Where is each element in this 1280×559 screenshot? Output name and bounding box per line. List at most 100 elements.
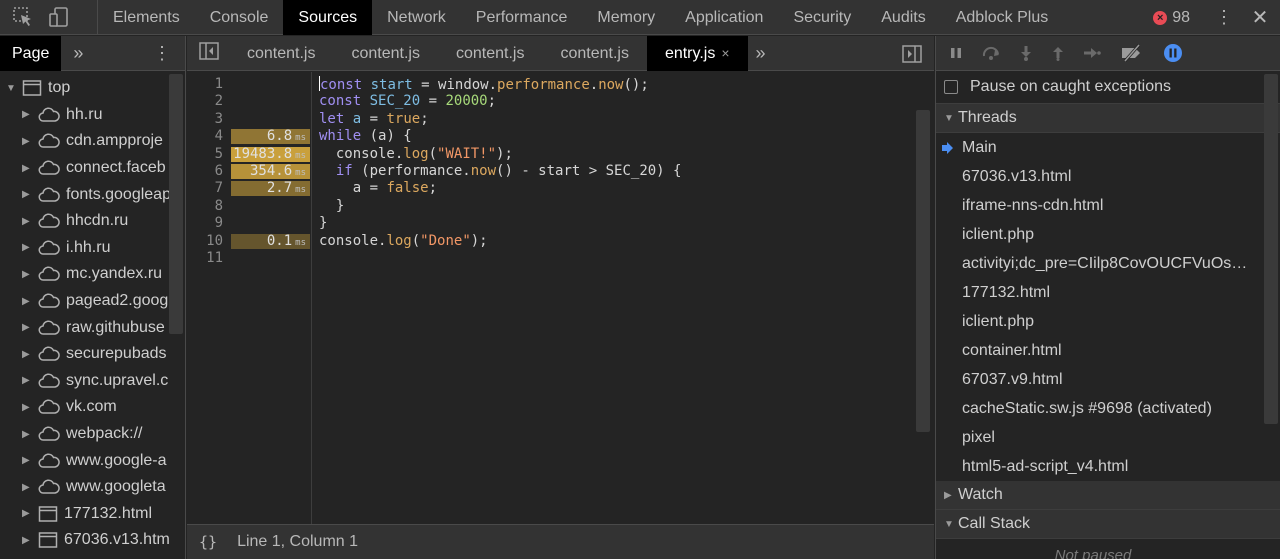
tab-adblock-plus[interactable]: Adblock Plus [941, 0, 1064, 35]
tab-elements[interactable]: Elements [98, 0, 195, 35]
code-line[interactable]: if (performance.now() - start > SEC_20) … [319, 163, 682, 179]
code-line[interactable]: let a = true; [319, 111, 429, 127]
toggle-debugger-icon[interactable] [902, 45, 922, 68]
close-icon[interactable]: ✕ [1240, 5, 1280, 30]
tree-item[interactable]: ▶ pagead2.goog [0, 288, 185, 315]
file-tab[interactable]: content.js [438, 36, 542, 71]
thread-item[interactable]: iclient.php [936, 307, 1254, 336]
callstack-header[interactable]: ▼ Call Stack [936, 510, 1280, 539]
line-number[interactable]: 4 [187, 128, 223, 144]
tree-item[interactable]: ▶ connect.faceb [0, 155, 185, 182]
collapsed-triangle-icon[interactable]: ▶ [22, 349, 32, 360]
line-gutter[interactable]: 1 2 3 4 5 6 7 8 9 10 11 6.8 ms 19483.8 ms 354.6 ms 2.7 ms 0… [187, 72, 312, 524]
more-tabs-icon[interactable]: » [61, 43, 95, 64]
collapsed-triangle-icon[interactable]: ▶ [22, 109, 32, 120]
thread-item[interactable]: 67036.v13.html [936, 162, 1254, 191]
tab-security[interactable]: Security [778, 0, 866, 35]
more-vert-icon[interactable]: ⋮ [153, 43, 171, 64]
tab-network[interactable]: Network [372, 0, 461, 35]
tree-item[interactable]: ▶ cdn.ampproje [0, 128, 185, 155]
debugger-scrollbar[interactable] [1264, 74, 1278, 424]
collapsed-triangle-icon[interactable]: ▶ [22, 163, 32, 174]
thread-item[interactable]: 67037.v9.html [936, 365, 1254, 394]
code-line[interactable]: const SEC_20 = 20000; [319, 93, 496, 109]
tree-item[interactable]: ▶ hhcdn.ru [0, 208, 185, 235]
collapsed-triangle-icon[interactable]: ▶ [22, 402, 32, 413]
step-over-icon[interactable] [981, 46, 1001, 60]
tab-sources[interactable]: Sources [283, 0, 373, 35]
thread-item[interactable]: iclient.php [936, 220, 1254, 249]
code-line[interactable]: while (a) { [319, 128, 412, 144]
navigator-scrollbar[interactable] [169, 74, 183, 334]
thread-item[interactable]: 177132.html [936, 278, 1254, 307]
collapsed-triangle-icon[interactable]: ▶ [22, 189, 32, 200]
line-number[interactable]: 10 [187, 233, 223, 249]
tree-item[interactable]: ▼ top [0, 75, 185, 102]
inspect-element-icon[interactable] [12, 6, 34, 28]
error-counter[interactable]: × 98 [1153, 9, 1190, 27]
collapsed-triangle-icon[interactable]: ▶ [22, 216, 32, 227]
pause-icon[interactable] [949, 46, 963, 60]
tree-item[interactable]: ▶ mc.yandex.ru [0, 261, 185, 288]
line-number[interactable]: 6 [187, 163, 223, 179]
close-tab-icon[interactable]: × [721, 45, 729, 61]
device-toolbar-icon[interactable] [48, 6, 70, 28]
file-tab[interactable]: content.js [229, 36, 333, 71]
line-number[interactable]: 5 [187, 146, 223, 162]
line-number[interactable]: 2 [187, 93, 223, 109]
collapsed-triangle-icon[interactable]: ▶ [22, 455, 32, 466]
line-number[interactable]: 11 [187, 250, 223, 266]
pause-on-caught-checkbox[interactable] [944, 80, 958, 94]
deactivate-breakpoints-icon[interactable] [1119, 44, 1145, 62]
thread-item[interactable]: container.html [936, 336, 1254, 365]
tab-performance[interactable]: Performance [461, 0, 583, 35]
line-number[interactable]: 3 [187, 111, 223, 127]
collapsed-triangle-icon[interactable]: ▶ [22, 508, 32, 519]
tree-item[interactable]: ▶ webpack:// [0, 421, 185, 448]
line-number[interactable]: 8 [187, 198, 223, 214]
collapsed-triangle-icon[interactable]: ▶ [22, 375, 32, 386]
line-number[interactable]: 9 [187, 215, 223, 231]
thread-item[interactable]: cacheStatic.sw.js #9698 (activated) [936, 394, 1254, 423]
tab-application[interactable]: Application [670, 0, 778, 35]
tree-item[interactable]: ▶ sync.upravel.c [0, 368, 185, 395]
tree-item[interactable]: ▶ 177132.html [0, 501, 185, 528]
tree-item[interactable]: ▶ 67036.v13.htm [0, 527, 185, 554]
code-area[interactable]: 1 2 3 4 5 6 7 8 9 10 11 6.8 ms 19483.8 ms 354.6 ms 2.7 ms 0… [187, 72, 934, 524]
pretty-print-button[interactable]: {} [199, 533, 217, 551]
code-line[interactable]: const start = window.performance.now(); [319, 76, 649, 93]
file-tab[interactable]: entry.js × [646, 35, 748, 71]
code-line[interactable]: a = false; [319, 180, 437, 196]
collapsed-triangle-icon[interactable]: ▶ [22, 242, 32, 253]
collapsed-triangle-icon[interactable]: ▶ [22, 429, 32, 440]
more-vert-icon[interactable]: ⋮ [1208, 7, 1240, 28]
tree-item[interactable]: ▶ www.google-a [0, 447, 185, 474]
tab-audits[interactable]: Audits [866, 0, 940, 35]
thread-item[interactable]: html5-ad-script_v4.html [936, 452, 1254, 481]
tree-item[interactable]: ▶ vk.com [0, 394, 185, 421]
collapsed-triangle-icon[interactable]: ▶ [22, 322, 32, 333]
code-line[interactable]: console.log("Done"); [319, 233, 488, 249]
code-line[interactable]: } [319, 215, 327, 231]
collapsed-triangle-icon[interactable]: ▶ [22, 269, 32, 280]
tree-item[interactable]: ▶ i.hh.ru [0, 235, 185, 262]
code-line[interactable]: console.log("WAIT!"); [319, 146, 513, 162]
collapsed-triangle-icon[interactable]: ▶ [22, 535, 32, 546]
tree-item[interactable]: ▶ www.googleta [0, 474, 185, 501]
more-editor-tabs-icon[interactable]: » [748, 43, 774, 64]
line-number[interactable]: 7 [187, 180, 223, 196]
thread-item[interactable]: Main [936, 133, 1254, 162]
collapsed-triangle-icon[interactable]: ▶ [22, 296, 32, 307]
tree-item[interactable]: ▶ fonts.googleap [0, 181, 185, 208]
expanded-triangle-icon[interactable]: ▼ [6, 83, 16, 94]
watch-header[interactable]: ▶ Watch [936, 481, 1280, 510]
tab-page[interactable]: Page [0, 36, 62, 71]
tab-console[interactable]: Console [195, 0, 284, 35]
thread-item[interactable]: iframe-nns-cdn.html [936, 191, 1254, 220]
pause-on-exceptions-icon[interactable] [1163, 43, 1183, 63]
line-number[interactable]: 1 [187, 76, 223, 92]
thread-item[interactable]: activityi;dc_pre=CIilp8CovOUCFVuOs… [936, 249, 1254, 278]
tree-item[interactable]: ▶ raw.githubuse [0, 314, 185, 341]
collapsed-triangle-icon[interactable]: ▶ [22, 136, 32, 147]
thread-item[interactable]: pixel [936, 423, 1254, 452]
